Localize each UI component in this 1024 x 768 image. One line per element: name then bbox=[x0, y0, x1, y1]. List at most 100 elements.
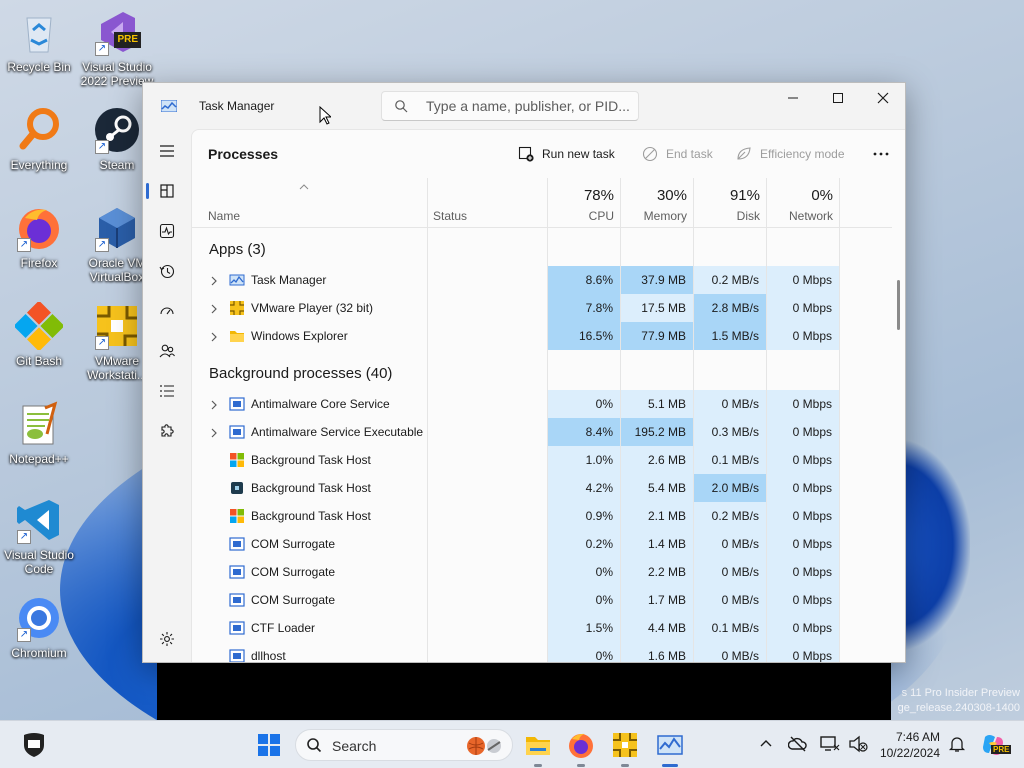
nav-performance[interactable] bbox=[147, 215, 187, 247]
process-row[interactable]: Background Task Host 4.2% 5.4 MB 2.0 MB/s 0 … bbox=[192, 474, 892, 502]
taskbar-file-explorer[interactable] bbox=[524, 731, 552, 759]
copilot-button[interactable]: PRE bbox=[979, 731, 1012, 759]
hamburger-menu-button[interactable] bbox=[147, 135, 187, 167]
process-row[interactable]: COM Surrogate 0.2% 1.4 MB 0 MB/s 0 Mbps bbox=[192, 530, 892, 558]
chevron-right-icon[interactable] bbox=[209, 330, 219, 342]
process-row[interactable]: COM Surrogate 0% 1.7 MB 0 MB/s 0 Mbps bbox=[192, 586, 892, 614]
bell-icon bbox=[948, 737, 966, 752]
desktop-icon-everything[interactable]: Everything bbox=[1, 106, 77, 172]
network-cell: 0 Mbps bbox=[767, 322, 839, 350]
tray-onedrive[interactable] bbox=[787, 735, 808, 753]
chevron-right-icon[interactable] bbox=[209, 398, 219, 410]
desktop-icon-visual-studio-preview[interactable]: PRE ↗ Visual Studio 2022 Preview bbox=[79, 8, 155, 88]
desktop-icon-chromium[interactable]: ↗ Chromium bbox=[1, 594, 77, 660]
taskbar: Search 7:46 AM 10/22/2024 PRE bbox=[0, 720, 1024, 768]
taskbar-search-box[interactable]: Search bbox=[295, 729, 513, 761]
memory-cell: 2.6 MB bbox=[621, 446, 693, 474]
run-task-icon bbox=[518, 146, 534, 162]
process-row[interactable]: Background Task Host 0.9% 2.1 MB 0.2 MB/s 0 … bbox=[192, 502, 892, 530]
windows-logo-icon bbox=[258, 734, 280, 756]
more-options-button[interactable] bbox=[872, 144, 898, 164]
run-new-task-button[interactable]: Run new task bbox=[518, 144, 615, 164]
nav-services[interactable] bbox=[147, 415, 187, 447]
process-row[interactable]: Antimalware Core Service 0% 5.1 MB 0 MB/s 0 … bbox=[192, 390, 892, 418]
shortcut-arrow-icon: ↗ bbox=[95, 238, 109, 252]
close-icon bbox=[877, 92, 889, 104]
maximize-button[interactable] bbox=[815, 83, 861, 113]
windows-logo-icon bbox=[229, 508, 245, 524]
column-status-header[interactable]: Status bbox=[433, 209, 467, 223]
column-network-header[interactable]: 0% Network bbox=[766, 178, 839, 228]
nav-app-history[interactable] bbox=[147, 255, 187, 287]
hamburger-icon bbox=[160, 145, 174, 157]
desktop-icon-recycle-bin[interactable]: Recycle Bin bbox=[1, 8, 77, 74]
process-name: CTF Loader bbox=[251, 621, 316, 635]
network-cell: 0 Mbps bbox=[767, 418, 839, 446]
taskbar-vmware[interactable] bbox=[611, 731, 639, 759]
process-row[interactable]: Windows Explorer 16.5% 77.9 MB 1.5 MB/s 0 Mb… bbox=[192, 322, 892, 350]
close-button[interactable] bbox=[860, 83, 905, 113]
nav-processes[interactable] bbox=[146, 175, 187, 207]
network-cell: 0 Mbps bbox=[767, 266, 839, 294]
end-task-button[interactable]: End task bbox=[642, 144, 713, 164]
chevron-right-icon[interactable] bbox=[209, 302, 219, 314]
group-title: Background processes (40) bbox=[209, 365, 393, 382]
nav-settings[interactable] bbox=[147, 623, 187, 655]
column-memory-header[interactable]: 30% Memory bbox=[620, 178, 693, 228]
nav-details[interactable] bbox=[147, 375, 187, 407]
search-input[interactable] bbox=[426, 97, 631, 115]
desktop-icon-firefox[interactable]: ↗ Firefox bbox=[1, 204, 77, 270]
title-bar[interactable]: Task Manager bbox=[143, 83, 905, 129]
git-bash-icon bbox=[13, 300, 65, 352]
end-task-icon bbox=[642, 146, 658, 162]
process-search-box[interactable] bbox=[381, 91, 639, 121]
taskbar-task-manager[interactable] bbox=[656, 731, 684, 759]
disk-cell: 0.1 MB/s bbox=[694, 446, 766, 474]
details-list-icon bbox=[160, 385, 174, 397]
cpu-cell: 7.8% bbox=[548, 294, 620, 322]
desktop-icon-label: Everything bbox=[10, 158, 68, 172]
chevron-right-icon[interactable] bbox=[209, 274, 219, 286]
column-divider bbox=[839, 178, 840, 227]
nav-users[interactable] bbox=[147, 335, 187, 367]
memory-cell: 1.7 MB bbox=[621, 586, 693, 614]
memory-cell: 2.2 MB bbox=[621, 558, 693, 586]
process-row[interactable]: COM Surrogate 0% 2.2 MB 0 MB/s 0 Mbps bbox=[192, 558, 892, 586]
tray-network[interactable] bbox=[820, 735, 840, 753]
column-name-header[interactable]: Name bbox=[208, 209, 240, 223]
tray-volume[interactable] bbox=[848, 735, 868, 753]
chevron-right-icon[interactable] bbox=[209, 426, 219, 438]
recycle-bin-icon bbox=[15, 8, 63, 56]
process-name: Background Task Host bbox=[251, 481, 371, 495]
process-name: COM Surrogate bbox=[251, 565, 336, 579]
taskbar-widget-nhl[interactable] bbox=[20, 731, 48, 759]
start-button[interactable] bbox=[255, 731, 283, 759]
efficiency-mode-button[interactable]: Efficiency mode bbox=[736, 144, 845, 164]
cpu-total-percent: 78% bbox=[583, 187, 614, 204]
process-row[interactable]: Antimalware Service Executable 8.4% 195.2 … bbox=[192, 418, 892, 446]
process-row[interactable]: CTF Loader 1.5% 4.4 MB 0.1 MB/s 0 Mbps bbox=[192, 614, 892, 642]
process-row[interactable]: VMware Player (32 bit) 7.8% 17.5 MB 2.8 MB/… bbox=[192, 294, 892, 322]
cpu-cell: 0% bbox=[548, 642, 620, 662]
column-disk-header[interactable]: 91% Disk bbox=[693, 178, 766, 228]
minimize-icon bbox=[788, 97, 798, 99]
nav-startup-apps[interactable] bbox=[147, 295, 187, 327]
task-manager-window: Task Manager Type a name, publisher, or … bbox=[142, 82, 906, 663]
process-name: Windows Explorer bbox=[251, 329, 348, 343]
process-row[interactable]: Task Manager 8.6% 37.9 MB 0.2 MB/s 0 Mbps bbox=[192, 266, 892, 294]
vertical-scrollbar[interactable] bbox=[897, 280, 900, 330]
notifications-button[interactable] bbox=[948, 735, 966, 753]
process-row[interactable]: Background Task Host 1.0% 2.6 MB 0.1 MB/s 0 … bbox=[192, 446, 892, 474]
service-icon bbox=[229, 536, 245, 552]
minimize-button[interactable] bbox=[770, 83, 816, 113]
process-row[interactable]: dllhost 0% 1.6 MB 0 MB/s 0 Mbps bbox=[192, 642, 892, 662]
desktop-icon-vscode[interactable]: ↗ Visual Studio Code bbox=[1, 496, 77, 576]
chromium-icon: ↗ bbox=[15, 594, 63, 642]
system-clock[interactable]: 7:46 AM 10/22/2024 bbox=[874, 729, 940, 761]
gear-icon bbox=[160, 632, 174, 646]
column-cpu-header[interactable]: 78% CPU bbox=[547, 178, 620, 228]
desktop-icon-git-bash[interactable]: Git Bash bbox=[1, 300, 77, 368]
desktop-icon-notepadpp[interactable]: Notepad++ bbox=[1, 400, 77, 466]
taskbar-firefox[interactable] bbox=[567, 731, 595, 759]
show-hidden-icons-button[interactable] bbox=[758, 735, 774, 751]
